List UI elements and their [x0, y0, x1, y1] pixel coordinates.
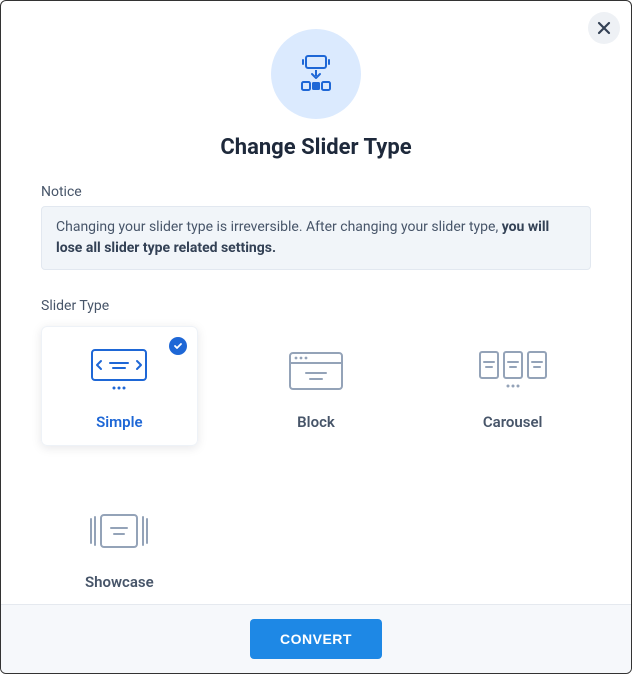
slider-type-option-carousel[interactable]: Carousel	[434, 326, 591, 446]
notice-label: Notice	[41, 184, 591, 200]
convert-button[interactable]: CONVERT	[250, 619, 382, 659]
slider-type-option-showcase[interactable]: Showcase	[41, 486, 198, 604]
type-label: Carousel	[483, 413, 543, 431]
hero-icon-bg	[271, 29, 361, 119]
block-slider-icon	[284, 341, 348, 401]
showcase-slider-icon	[85, 501, 153, 561]
notice-box: Changing your slider type is irreversibl…	[41, 206, 591, 270]
hero: Change Slider Type	[41, 29, 591, 160]
check-icon	[173, 341, 183, 351]
slider-convert-icon	[292, 50, 340, 98]
close-icon	[597, 21, 611, 35]
carousel-slider-icon	[476, 341, 550, 401]
modal-content: Change Slider Type Notice Changing your …	[1, 1, 631, 604]
type-label: Block	[297, 413, 335, 431]
modal-title: Change Slider Type	[41, 135, 591, 160]
type-label: Simple	[96, 413, 143, 431]
modal-footer: CONVERT	[1, 604, 631, 673]
slider-type-label: Slider Type	[41, 298, 591, 314]
slider-type-option-simple[interactable]: Simple	[41, 326, 198, 446]
selected-badge	[169, 337, 187, 355]
close-button[interactable]	[588, 12, 620, 44]
slider-type-grid: Simple Block	[41, 326, 591, 604]
notice-text: Changing your slider type is irreversibl…	[56, 219, 502, 235]
change-slider-type-modal: Change Slider Type Notice Changing your …	[0, 0, 632, 674]
type-label: Showcase	[85, 573, 154, 591]
slider-type-option-block[interactable]: Block	[238, 326, 395, 446]
simple-slider-icon	[84, 341, 154, 401]
